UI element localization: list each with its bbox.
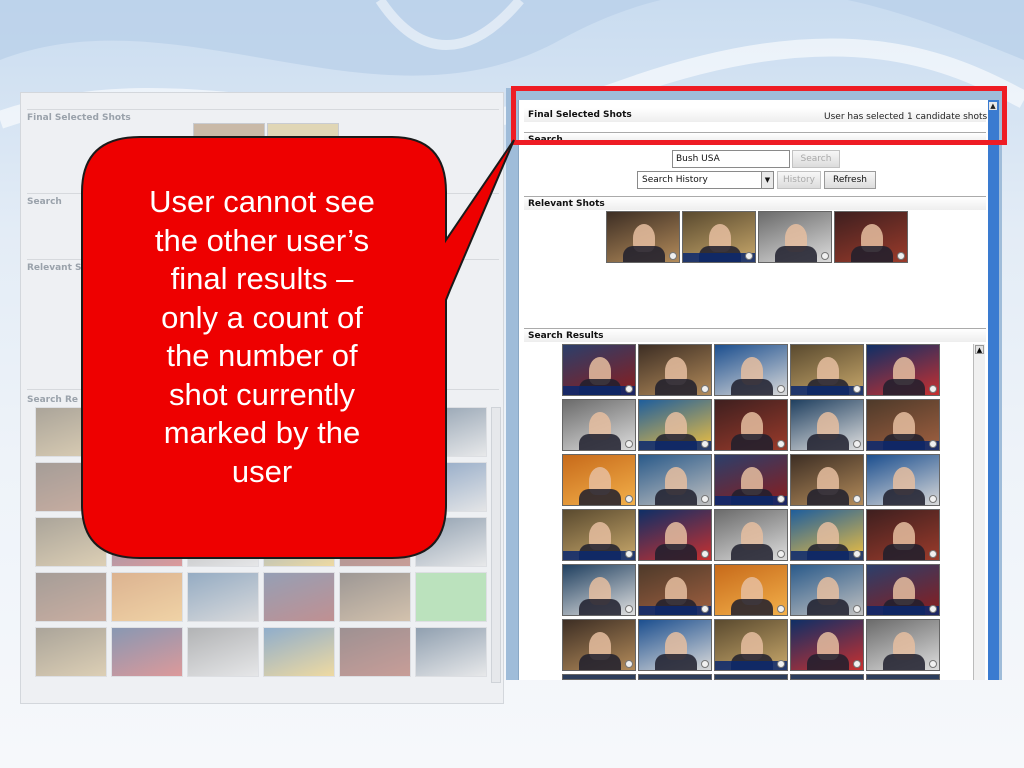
callout-line: final results – bbox=[170, 261, 354, 296]
callout-line: user bbox=[231, 453, 293, 489]
callout-line: only a count of bbox=[161, 299, 363, 335]
callout-line: the number of bbox=[166, 338, 358, 373]
callout-line: marked by the bbox=[163, 415, 361, 450]
callout-text: User cannot see the other user’s final r… bbox=[92, 183, 432, 491]
callout-line: shot currently bbox=[168, 376, 356, 412]
callout-line: User cannot see bbox=[149, 184, 375, 219]
callout-line: the other user’s bbox=[154, 222, 370, 258]
